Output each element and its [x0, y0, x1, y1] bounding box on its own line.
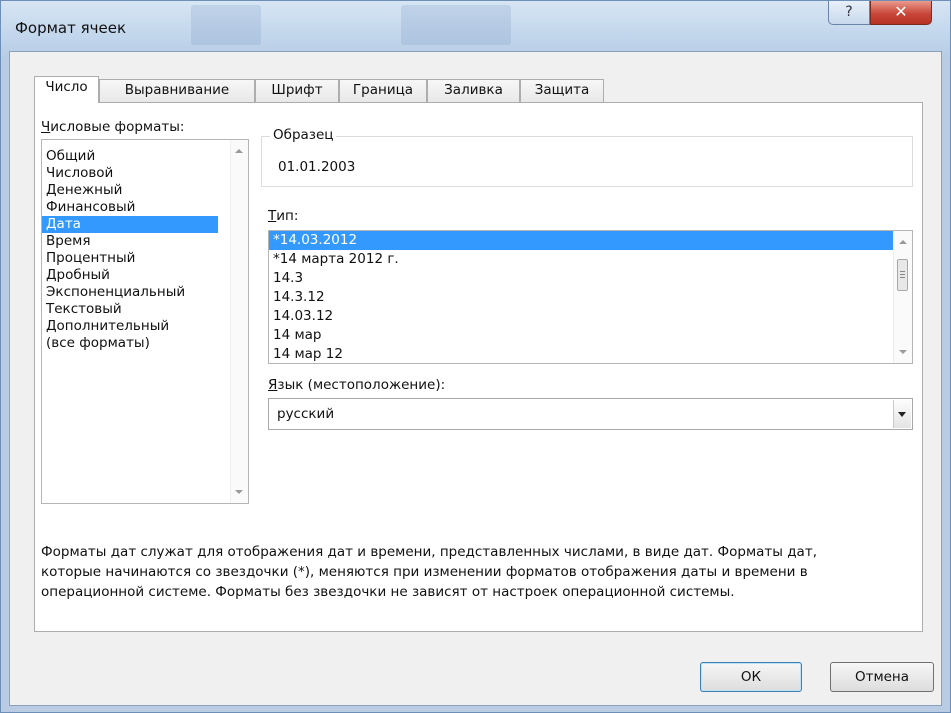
type-item[interactable]: 14 мар 12 — [269, 345, 893, 363]
description-line: операционной системе. Форматы без звездо… — [41, 584, 735, 600]
scroll-thumb[interactable] — [897, 259, 908, 291]
background-blur — [191, 5, 261, 45]
list-item-time[interactable]: Время — [42, 233, 218, 250]
type-item[interactable]: 14 мар — [269, 326, 893, 345]
description-line: Форматы дат служат для отображения дат и… — [41, 544, 817, 560]
format-cells-dialog: Формат ячеек ? ✕ Число Выравнивание Шриф… — [0, 0, 951, 713]
tab-alignment[interactable]: Выравнивание — [99, 79, 255, 102]
cancel-button[interactable]: Отмена — [830, 662, 934, 692]
type-label-accesskey: Т — [268, 208, 277, 224]
type-list-scrollbar[interactable] — [893, 231, 912, 363]
number-formats-label: Числовые форматы: — [41, 119, 184, 135]
list-item-currency[interactable]: Денежный — [42, 182, 218, 199]
list-item-date[interactable]: Дата — [42, 216, 218, 233]
number-formats-label-accesskey: Ч — [41, 119, 51, 135]
close-button[interactable]: ✕ — [870, 1, 932, 25]
format-list-scrollbar[interactable] — [230, 140, 248, 503]
list-item-accounting[interactable]: Финансовый — [42, 199, 218, 216]
description-line: которые начинаются со звездочки (*), мен… — [41, 564, 808, 580]
list-item-scientific[interactable]: Экспоненциальный — [42, 284, 218, 301]
list-item-text[interactable]: Текстовый — [42, 301, 218, 318]
scroll-down-icon[interactable] — [235, 490, 243, 494]
list-item-general[interactable]: Общий — [42, 148, 218, 165]
locale-label-accesskey: Я — [268, 377, 278, 393]
number-format-list[interactable]: Общий Числовой Денежный Финансовый Дата … — [41, 139, 249, 504]
close-icon: ✕ — [894, 2, 908, 21]
tab-border[interactable]: Граница — [339, 79, 427, 102]
dialog-title: Формат ячеек — [15, 19, 127, 37]
list-item-special[interactable]: Дополнительный — [42, 318, 218, 335]
sample-group: Образец 01.01.2003 — [261, 127, 913, 187]
type-label: Тип: — [268, 208, 298, 224]
background-blur — [401, 5, 511, 45]
locale-dropdown-button[interactable] — [893, 400, 911, 428]
type-item[interactable]: 14.03.12 — [269, 307, 893, 326]
help-button[interactable]: ? — [828, 1, 870, 25]
locale-value: русский — [277, 406, 335, 422]
format-description: Форматы дат служат для отображения дат и… — [41, 542, 911, 602]
sample-legend: Образец — [270, 127, 337, 143]
number-formats-label-text: исловые форматы: — [50, 119, 185, 135]
type-label-text: ип: — [276, 208, 299, 224]
tab-number[interactable]: Число — [34, 76, 99, 103]
locale-select[interactable]: русский — [268, 398, 913, 430]
list-item-percentage[interactable]: Процентный — [42, 250, 218, 267]
tab-protection[interactable]: Защита — [520, 79, 604, 102]
dialog-client-area: Число Выравнивание Шрифт Граница Заливка… — [9, 51, 942, 706]
help-icon: ? — [845, 4, 853, 20]
type-item[interactable]: *14 марта 2012 г. — [269, 250, 893, 269]
tab-font[interactable]: Шрифт — [255, 79, 339, 102]
number-tab-panel: Числовые форматы: Общий Числовой Денежны… — [34, 102, 923, 632]
type-item[interactable]: *14.03.2012 — [269, 231, 893, 250]
scroll-up-icon[interactable] — [235, 149, 243, 153]
tab-fill[interactable]: Заливка — [427, 79, 520, 102]
chevron-down-icon — [898, 412, 906, 417]
type-list[interactable]: *14.03.2012 *14 марта 2012 г. 14.3 14.3.… — [268, 230, 913, 364]
list-item-number[interactable]: Числовой — [42, 165, 218, 182]
locale-label-text: зык (местоположение): — [277, 377, 446, 393]
list-item-fraction[interactable]: Дробный — [42, 267, 218, 284]
list-item-custom[interactable]: (все форматы) — [42, 335, 218, 352]
type-item[interactable]: 14.3 — [269, 269, 893, 288]
scroll-down-icon[interactable] — [899, 350, 907, 354]
ok-button[interactable]: ОК — [700, 662, 802, 692]
locale-label: Язык (местоположение): — [268, 377, 445, 393]
sample-value: 01.01.2003 — [278, 159, 356, 175]
type-item[interactable]: 14.3.12 — [269, 288, 893, 307]
scroll-up-icon[interactable] — [899, 240, 907, 244]
